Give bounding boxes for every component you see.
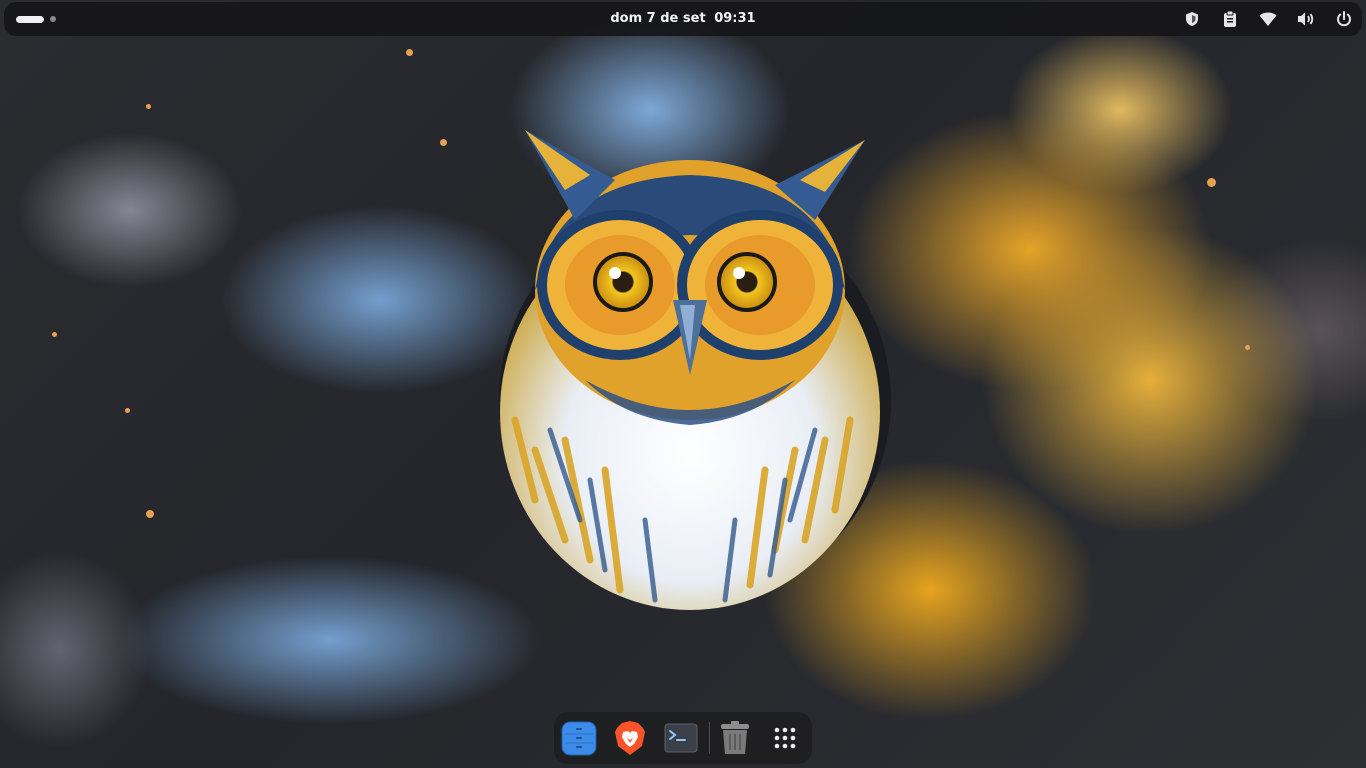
owl-illustration [495, 120, 895, 610]
trash-button[interactable] [716, 719, 754, 757]
trash-icon [721, 721, 749, 754]
shield-icon[interactable] [1182, 9, 1202, 29]
files-app-button[interactable] [560, 719, 598, 757]
power-icon[interactable] [1334, 9, 1354, 29]
clipboard-icon[interactable] [1220, 9, 1240, 29]
dock-separator [709, 722, 710, 754]
wallpaper-dot [125, 408, 130, 413]
wallpaper-dot [52, 332, 57, 337]
wallpaper-dot [440, 139, 447, 146]
wallpaper-dot [146, 104, 151, 109]
terminal-button[interactable] [662, 719, 700, 757]
clock-button[interactable]: dom 7 de set 09:31 [4, 2, 1362, 36]
wallpaper-dot [406, 49, 413, 56]
brave-lion-icon [615, 721, 645, 755]
date-label: dom 7 de set [610, 11, 706, 26]
volume-icon[interactable] [1296, 9, 1316, 29]
show-apps-button[interactable] [766, 719, 804, 757]
app-grid-icon [774, 727, 796, 749]
wallpaper-dot [1207, 178, 1216, 187]
wallpaper-dot [1245, 345, 1250, 350]
time-label: 09:31 [714, 11, 756, 26]
files-icon [561, 721, 597, 756]
top-panel: dom 7 de set 09:31 [4, 2, 1362, 36]
wallpaper-dot [146, 510, 154, 518]
dock [554, 712, 812, 764]
terminal-icon [664, 723, 698, 753]
desktop-wallpaper: dom 7 de set 09:31 [0, 0, 1366, 768]
system-tray[interactable] [1182, 2, 1354, 36]
brave-browser-button[interactable] [611, 719, 649, 757]
wifi-icon[interactable] [1258, 9, 1278, 29]
